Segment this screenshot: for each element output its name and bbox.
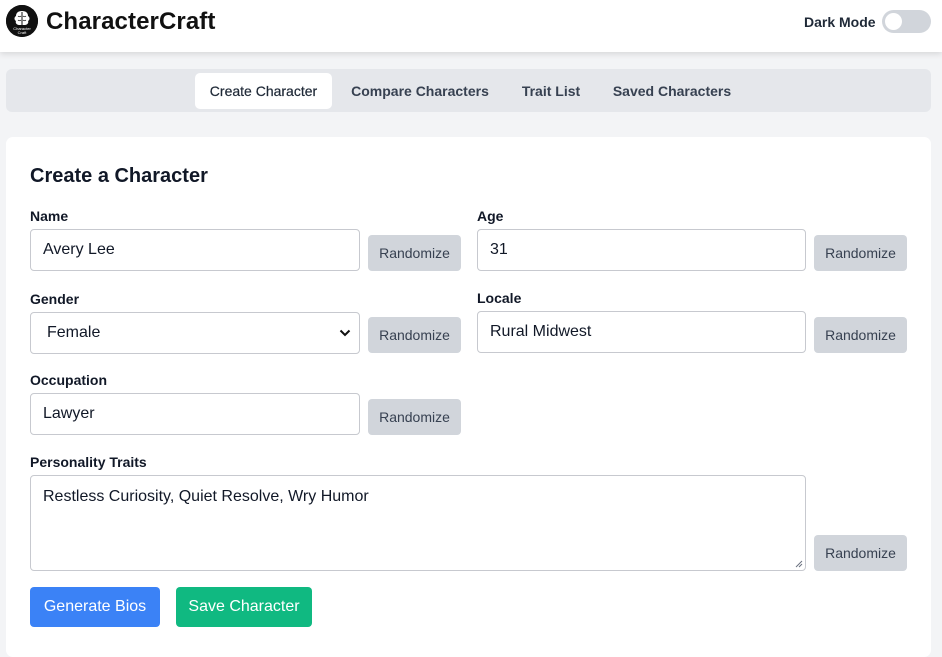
generate-bios-button[interactable]: Generate Bios — [30, 587, 160, 627]
occupation-input[interactable]: Lawyer — [30, 393, 360, 435]
personality-traits-textarea[interactable]: Restless Curiosity, Quiet Resolve, Wry H… — [30, 475, 806, 571]
gender-select[interactable]: Female — [30, 312, 360, 354]
personality-traits-value: Restless Curiosity, Quiet Resolve, Wry H… — [43, 488, 369, 505]
locale-input[interactable]: Rural Midwest — [477, 311, 806, 353]
resize-grip-icon[interactable] — [794, 559, 803, 568]
age-input[interactable]: 31 — [477, 229, 806, 271]
randomize-name-button[interactable]: Randomize — [368, 235, 461, 271]
brain-logo-icon: Character Craft — [6, 5, 38, 37]
gender-select-value: Female — [47, 324, 101, 341]
create-character-card: Create a Character Name Avery Lee Random… — [6, 137, 931, 657]
gender-label: Gender — [30, 291, 80, 307]
randomize-occupation-button[interactable]: Randomize — [368, 399, 461, 435]
save-character-button[interactable]: Save Character — [176, 587, 312, 627]
toggle-knob — [885, 13, 902, 30]
chevron-down-icon — [339, 329, 351, 337]
randomize-traits-button[interactable]: Randomize — [814, 535, 907, 571]
dark-mode-label: Dark Mode — [804, 14, 876, 30]
dark-mode-toggle[interactable] — [882, 10, 931, 33]
age-label: Age — [477, 208, 504, 224]
form-title: Create a Character — [30, 165, 208, 187]
tab-create-character[interactable]: Create Character — [195, 73, 332, 109]
name-input[interactable]: Avery Lee — [30, 229, 360, 271]
top-bar: Character Craft CharacterCraft Dark Mode — [0, 0, 942, 52]
svg-text:Craft: Craft — [18, 30, 28, 35]
tab-compare-characters[interactable]: Compare Characters — [342, 73, 498, 109]
tab-saved-characters[interactable]: Saved Characters — [604, 73, 740, 109]
tab-trait-list[interactable]: Trait List — [506, 73, 596, 109]
name-label: Name — [30, 208, 69, 224]
randomize-gender-button[interactable]: Randomize — [368, 317, 461, 353]
randomize-locale-button[interactable]: Randomize — [814, 317, 907, 353]
app-title: CharacterCraft — [46, 8, 216, 35]
randomize-age-button[interactable]: Randomize — [814, 235, 907, 271]
locale-label: Locale — [477, 290, 522, 306]
personality-traits-label: Personality Traits — [30, 454, 147, 470]
tab-bar: Create Character Compare Characters Trai… — [6, 69, 931, 112]
occupation-label: Occupation — [30, 372, 108, 388]
